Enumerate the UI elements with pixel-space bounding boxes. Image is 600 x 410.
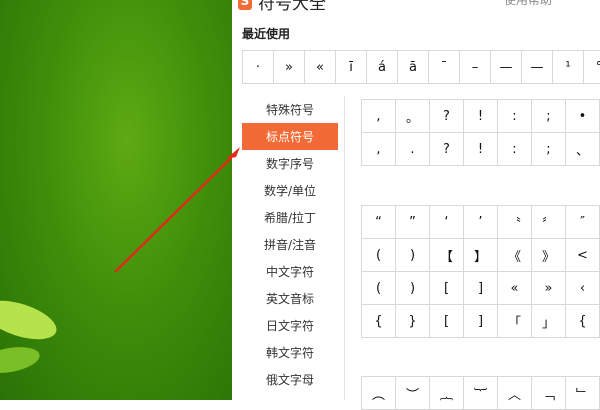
divider xyxy=(344,96,345,400)
symbol-cell[interactable]: 「 xyxy=(498,305,532,338)
category-item[interactable]: 数学/单位 xyxy=(242,177,338,204)
symbol-panel: S 符号大全 使用帮助 最近使用 ·» «ī á ā ¯ – — — ¹ ° 特殊符号 标点符号 数字… xyxy=(226,0,600,410)
symbol-cell[interactable]: ﹂ xyxy=(566,377,600,410)
symbol-cell[interactable]: ” xyxy=(396,206,430,239)
symbol-cell[interactable]: ︷ xyxy=(430,377,464,410)
recent-symbol-cell[interactable]: » xyxy=(274,51,305,84)
app-logo-icon: S xyxy=(238,0,252,10)
symbol-cell[interactable]: ‘ xyxy=(430,206,464,239)
symbol-cell[interactable]: . xyxy=(396,133,430,166)
symbol-grid: “” ‘’ 〝〞 ″() 【】《》 <()[] «» ‹{}[] 「」{ xyxy=(361,205,600,338)
symbol-cell[interactable]: 〝 xyxy=(498,206,532,239)
symbol-row: ︵ ︶ ︷ ︸ ︿ ﹁ ﹂ xyxy=(362,377,600,410)
symbol-cell[interactable]: ︵ xyxy=(362,377,396,410)
recent-symbol-cell[interactable]: ¹ xyxy=(553,51,584,84)
symbol-cell[interactable]: ﹁ xyxy=(532,377,566,410)
symbol-row: () 【】《》 < xyxy=(362,239,600,272)
category-item[interactable]: 数字序号 xyxy=(242,150,338,177)
symbol-cell[interactable]: ! xyxy=(464,133,498,166)
symbol-cell[interactable]: • xyxy=(566,100,600,133)
symbol-grid: ︵ ︶ ︷ ︸ ︿ ﹁ ﹂ xyxy=(361,376,600,410)
recent-symbol-cell[interactable]: ° xyxy=(584,51,600,84)
recent-symbol-cell[interactable]: ¯ xyxy=(429,51,460,84)
symbol-cell[interactable]: 、 xyxy=(566,133,600,166)
recent-symbol-cell[interactable]: á xyxy=(367,51,398,84)
help-link[interactable]: 使用帮助 xyxy=(504,0,552,8)
category-item[interactable]: 韩文字符 xyxy=(242,339,338,366)
arrow-head xyxy=(226,147,240,159)
symbol-row: ()[] «» ‹ xyxy=(362,272,600,305)
symbol-cell[interactable]: ″ xyxy=(566,206,600,239)
leaf-shape xyxy=(0,347,40,373)
symbol-cell[interactable]: ; xyxy=(532,100,566,133)
recent-symbol-cell[interactable]: – xyxy=(460,51,491,84)
symbol-cell[interactable]: ︿ xyxy=(498,377,532,410)
recent-symbol-cell[interactable]: ī xyxy=(336,51,367,84)
category-item[interactable]: 英文音标 xyxy=(242,285,338,312)
symbol-cell[interactable]: ) xyxy=(396,272,430,305)
category-item[interactable]: 特殊符号 xyxy=(242,96,338,123)
symbol-cell[interactable]: ! xyxy=(464,100,498,133)
recent-heading: 最近使用 xyxy=(242,27,291,41)
background-photo xyxy=(0,0,232,400)
symbol-cell[interactable]: ? xyxy=(430,100,464,133)
symbol-cell[interactable]: , xyxy=(362,133,396,166)
category-item[interactable]: 希腊/拉丁 xyxy=(242,204,338,231)
category-list: 特殊符号 标点符号 数字序号 数学/单位 希腊/拉丁 拼音/注音 中文字符 英文音标 日文字符韩… xyxy=(242,96,338,393)
symbol-cell[interactable]: ( xyxy=(362,272,396,305)
symbol-cell[interactable]: 。 xyxy=(396,100,430,133)
recent-symbol-cell[interactable]: « xyxy=(305,51,336,84)
recent-symbols-row: ·» «ī á ā ¯ – — — ¹ ° xyxy=(242,50,600,84)
symbol-cell[interactable]: { xyxy=(566,305,600,338)
symbol-cell[interactable]: ︶ xyxy=(396,377,430,410)
symbol-cell[interactable]: 」 xyxy=(532,305,566,338)
symbol-cell[interactable]: 《 xyxy=(498,239,532,272)
symbol-cell[interactable]: ( xyxy=(362,239,396,272)
leaf-shape xyxy=(0,300,57,340)
symbol-cell[interactable]: [ xyxy=(430,272,464,305)
symbol-cell[interactable]: ; xyxy=(532,133,566,166)
pointer-arrow xyxy=(114,156,232,273)
recent-symbol-cell[interactable]: — xyxy=(522,51,553,84)
symbol-cell[interactable]: ‹ xyxy=(566,272,600,305)
symbol-row: “” ‘’ 〝〞 ″ xyxy=(362,206,600,239)
symbol-cell[interactable]: 〞 xyxy=(532,206,566,239)
recent-symbol-cell[interactable]: — xyxy=(491,51,522,84)
symbol-cell[interactable]: : xyxy=(498,100,532,133)
symbol-cell[interactable]: ︸ xyxy=(464,377,498,410)
symbol-cell[interactable]: ] xyxy=(464,272,498,305)
symbol-cell[interactable]: < xyxy=(566,239,600,272)
symbol-row: ,。?!:; • xyxy=(362,100,600,133)
symbol-cell[interactable]: 》 xyxy=(532,239,566,272)
category-item[interactable]: 日文字符 xyxy=(242,312,338,339)
recent-symbol-cell[interactable]: · xyxy=(243,51,274,84)
category-item[interactable]: 中文字符 xyxy=(242,258,338,285)
symbol-cell[interactable]: 】 xyxy=(464,239,498,272)
window-title-bar: S 符号大全 xyxy=(238,0,326,14)
recent-symbol-cell[interactable]: ā xyxy=(398,51,429,84)
background-illustration xyxy=(0,156,232,373)
symbol-row: {}[] 「」{ xyxy=(362,305,600,338)
symbol-cell[interactable]: : xyxy=(498,133,532,166)
symbol-row: ,.?!:;、 xyxy=(362,133,600,166)
symbol-cell[interactable]: ’ xyxy=(464,206,498,239)
symbol-cell[interactable]: { xyxy=(362,305,396,338)
window-title: 符号大全 xyxy=(258,0,326,14)
symbol-cell[interactable]: , xyxy=(362,100,396,133)
category-item[interactable]: 俄文字母 xyxy=(242,366,338,393)
symbol-cell[interactable]: » xyxy=(532,272,566,305)
symbol-cell[interactable]: ) xyxy=(396,239,430,272)
symbol-cell[interactable]: « xyxy=(498,272,532,305)
symbol-cell[interactable]: ? xyxy=(430,133,464,166)
category-item[interactable]: 标点符号 xyxy=(242,123,338,150)
symbol-cell[interactable]: 【 xyxy=(430,239,464,272)
symbol-cell[interactable]: “ xyxy=(362,206,396,239)
symbol-cell[interactable]: [ xyxy=(430,305,464,338)
category-item[interactable]: 拼音/注音 xyxy=(242,231,338,258)
symbol-cell[interactable]: } xyxy=(396,305,430,338)
symbol-grid: ,。?!:; •,.?!:;、 xyxy=(361,99,600,166)
symbol-cell[interactable]: ] xyxy=(464,305,498,338)
